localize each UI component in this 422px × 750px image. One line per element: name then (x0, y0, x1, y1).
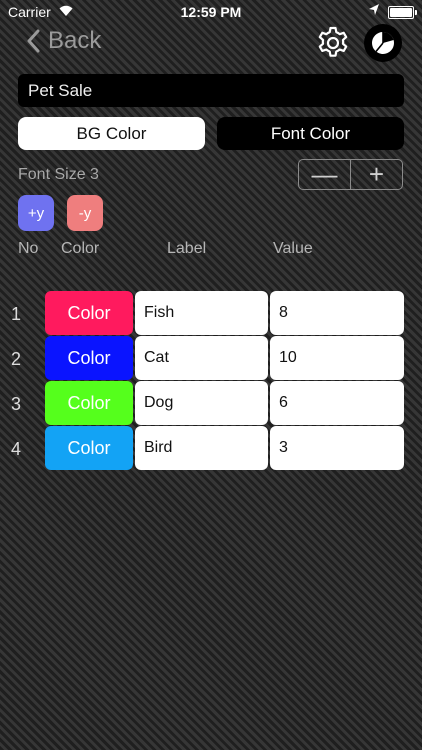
value-field[interactable]: 10 (270, 336, 404, 380)
row-number: 3 (11, 394, 22, 414)
back-button[interactable]: Back (26, 26, 101, 56)
font-size-stepper: — + (298, 159, 403, 190)
plus-y-button[interactable]: +y (18, 195, 54, 231)
label-field[interactable]: Fish (135, 291, 268, 335)
clock: 12:59 PM (180, 4, 242, 20)
bg-color-segment[interactable]: BG Color (18, 117, 205, 150)
decrement-button[interactable]: — (299, 159, 350, 189)
color-button[interactable]: Color (45, 291, 133, 335)
pie-chart-icon[interactable] (364, 24, 402, 62)
label-field[interactable]: Cat (135, 336, 268, 380)
font-color-segment[interactable]: Font Color (217, 117, 404, 150)
header-no: No (18, 240, 39, 257)
status-bar: Carrier 12:59 PM (0, 0, 422, 22)
increment-button[interactable]: + (350, 159, 402, 189)
color-button[interactable]: Color (45, 336, 133, 380)
minus-y-button[interactable]: -y (67, 195, 103, 231)
header-value: Value (273, 240, 313, 257)
header-color: Color (61, 240, 100, 257)
chevron-left-icon (27, 29, 40, 53)
row-number: 4 (11, 439, 22, 459)
location-arrow-icon (368, 3, 380, 20)
label-field[interactable]: Bird (135, 426, 268, 470)
value-field[interactable]: 8 (270, 291, 404, 335)
label-field[interactable]: Dog (135, 381, 268, 425)
back-label: Back (48, 27, 102, 54)
value-field[interactable]: 6 (270, 381, 404, 425)
row-number: 1 (11, 304, 22, 324)
color-button[interactable]: Color (45, 381, 133, 425)
chart-title-input[interactable]: Pet Sale (18, 74, 404, 107)
battery-icon (388, 6, 417, 19)
font-size-label: Font Size 3 (18, 166, 99, 183)
settings-gear-icon[interactable] (314, 24, 352, 62)
value-field[interactable]: 3 (270, 426, 404, 470)
color-button[interactable]: Color (45, 426, 133, 470)
row-number: 2 (11, 349, 22, 369)
header-label: Label (167, 240, 207, 257)
